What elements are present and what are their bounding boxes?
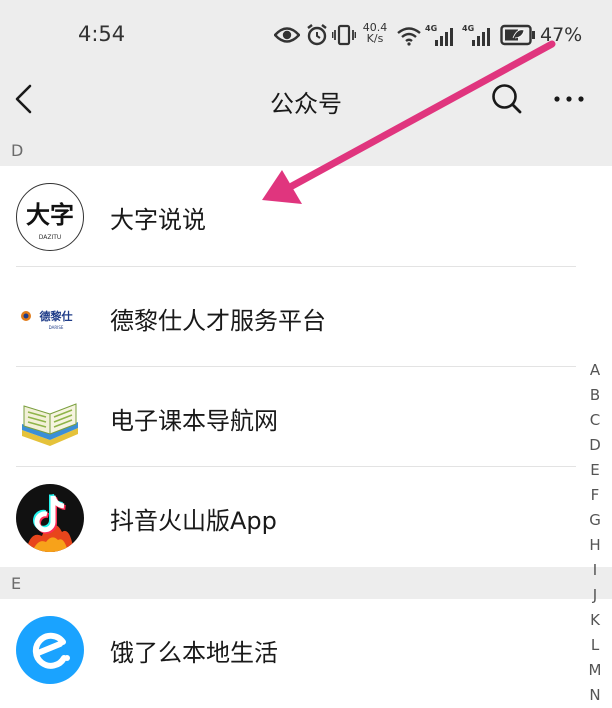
status-bar: 4:54 40.4 K/s 4G 4G 47% [0, 0, 612, 72]
index-letter-d[interactable]: D [582, 433, 608, 458]
item-label: 电子课本导航网 [110, 407, 278, 435]
avatar-text: 大字 [26, 201, 74, 229]
douyin-icon [16, 484, 84, 552]
section-letter: E [11, 574, 22, 593]
signal-icon [435, 28, 453, 46]
item-label: 抖音火山版App [110, 507, 277, 535]
book-icon [16, 384, 84, 452]
index-letter-c[interactable]: C [582, 408, 608, 433]
avatar-subtext: DAZITU [38, 234, 61, 241]
avatar: 大字 DAZITU [16, 183, 84, 251]
signal-icon [472, 28, 490, 46]
nav-bar: 公众号 [0, 72, 612, 134]
alarm-icon [307, 24, 327, 46]
net-speed-unit: K/s [366, 32, 384, 45]
eye-icon [274, 27, 300, 43]
more-icon[interactable] [552, 84, 586, 114]
index-letter-g[interactable]: G [582, 508, 608, 533]
list-item[interactable]: 饿了么本地生活 [0, 599, 612, 699]
index-letter-i[interactable]: I [582, 558, 608, 583]
list-item[interactable]: 德黎仕 DARISE 德黎仕人才服务平台 [0, 267, 612, 367]
avatar-text: 德黎仕 [39, 309, 73, 323]
index-letter-f[interactable]: F [582, 483, 608, 508]
index-letter-b[interactable]: B [582, 383, 608, 408]
list-item[interactable]: 大字 DAZITU 大字说说 [0, 166, 612, 266]
index-letter-m[interactable]: M [582, 658, 608, 683]
battery-percent: 47% [540, 24, 583, 46]
index-letter-l[interactable]: L [582, 633, 608, 658]
avatar: 德黎仕 DARISE [16, 284, 84, 352]
index-letter-e[interactable]: E [582, 458, 608, 483]
index-letter-j[interactable]: J [582, 583, 608, 608]
item-label: 饿了么本地生活 [110, 639, 278, 667]
index-letter-a[interactable]: A [582, 358, 608, 383]
net-speed: 40.4 K/s [360, 22, 390, 44]
wifi-icon [397, 27, 421, 46]
section-letter: D [11, 141, 24, 160]
avatar-subtext: DARISE [49, 325, 64, 330]
list-item[interactable]: 抖音火山版App [0, 467, 612, 567]
index-letter-n[interactable]: N [582, 683, 608, 708]
status-time: 4:54 [78, 22, 126, 46]
eleme-icon [16, 616, 84, 684]
vibrate-icon [332, 24, 356, 46]
section-header-d: D [0, 134, 612, 166]
list-item[interactable]: 电子课本导航网 [0, 367, 612, 467]
index-letter-h[interactable]: H [582, 533, 608, 558]
index-letter-k[interactable]: K [582, 608, 608, 633]
item-label: 德黎仕人才服务平台 [110, 307, 326, 335]
alphabet-index[interactable]: A B C D E F G H I J K L M N [582, 358, 608, 708]
item-label: 大字说说 [110, 206, 206, 234]
search-icon[interactable] [490, 82, 524, 116]
battery-icon [500, 24, 535, 46]
section-header-e: E [0, 567, 612, 599]
